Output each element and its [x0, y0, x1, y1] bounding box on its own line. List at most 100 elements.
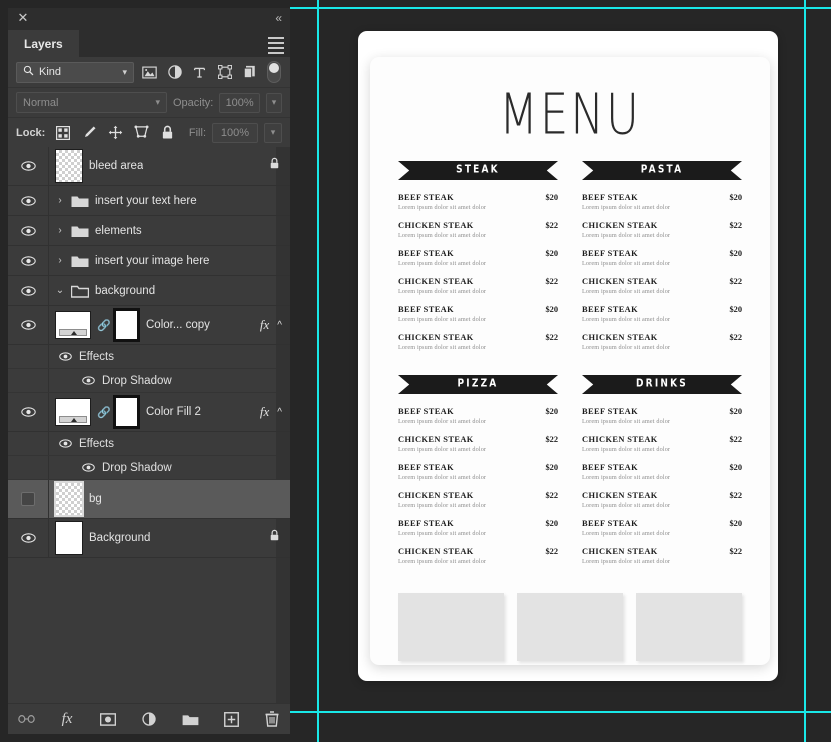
menu-item-price: $20: [545, 407, 558, 416]
layer-name[interactable]: background: [95, 285, 155, 297]
effects-label[interactable]: Effects: [79, 438, 114, 450]
collapse-panel-icon[interactable]: «: [275, 11, 282, 25]
tab-layers[interactable]: Layers: [8, 30, 79, 57]
filter-kind-select[interactable]: Kind ▾: [16, 61, 134, 83]
layer-effect-drop-shadow-row[interactable]: Drop Shadow: [8, 456, 290, 480]
layer-visibility-toggle[interactable]: [8, 480, 49, 518]
layer-name[interactable]: bleed area: [89, 160, 143, 172]
opacity-label: Opacity:: [172, 96, 214, 109]
panel-menu-icon[interactable]: [268, 37, 284, 54]
opacity-stepper[interactable]: ▾: [265, 92, 282, 113]
layer-mask-thumbnail[interactable]: [113, 395, 140, 429]
eye-icon[interactable]: [82, 463, 95, 472]
add-layer-mask-icon[interactable]: [99, 710, 117, 728]
guide-horizontal-top[interactable]: [290, 7, 831, 9]
layer-name[interactable]: bg: [89, 493, 102, 505]
menu-item: CHICKEN STEAK $22 Lorem ipsum dolor sit am…: [582, 333, 742, 351]
layer-row-bleed-area[interactable]: bleed area: [8, 147, 290, 186]
effects-label[interactable]: Effects: [79, 351, 114, 363]
eye-icon[interactable]: [82, 376, 95, 385]
filter-enable-toggle[interactable]: [267, 61, 281, 83]
guide-vertical-right[interactable]: [804, 0, 806, 742]
layer-visibility-toggle[interactable]: [8, 186, 49, 215]
layer-name[interactable]: insert your text here: [95, 195, 197, 207]
menu-item-desc: Lorem ipsum dolor sit amet dolor: [582, 344, 671, 351]
chevron-right-icon[interactable]: ›: [55, 225, 65, 236]
layer-visibility-toggle[interactable]: [8, 246, 49, 275]
add-layer-style-icon[interactable]: fx: [58, 710, 76, 728]
layer-mask-thumbnail[interactable]: [113, 308, 140, 342]
layer-effects-row[interactable]: Effects: [8, 432, 290, 456]
layer-visibility-toggle[interactable]: [8, 393, 49, 431]
drop-shadow-label[interactable]: Drop Shadow: [102, 375, 172, 387]
layer-row-insert-your-image-here[interactable]: › insert your image here: [8, 246, 290, 276]
layer-name[interactable]: insert your image here: [95, 255, 209, 267]
layer-row-color-copy[interactable]: 🔗 Color... copy fx ^: [8, 306, 290, 345]
lock-artboard-nesting-icon[interactable]: [131, 123, 151, 143]
layer-effect-drop-shadow-row[interactable]: Drop Shadow: [8, 369, 290, 393]
layer-visibility-toggle[interactable]: [8, 276, 49, 305]
layer-thumbnail[interactable]: [55, 521, 83, 555]
layer-thumbnail[interactable]: [55, 398, 91, 426]
menu-item-name: CHICKEN STEAK: [398, 435, 474, 444]
blend-mode-select[interactable]: Normal ▾: [16, 92, 167, 113]
menu-item-name: BEEF STEAK: [582, 193, 639, 202]
layer-thumbnail[interactable]: [54, 481, 84, 517]
shape-layer-filter-icon[interactable]: [215, 63, 234, 82]
guide-horizontal-bottom[interactable]: [290, 711, 831, 713]
layer-list[interactable]: bleed area › insert your text here › ele…: [8, 147, 290, 703]
layer-visibility-toggle[interactable]: [8, 147, 49, 185]
eye-icon[interactable]: [59, 439, 72, 448]
menu-item-desc: Lorem ipsum dolor sit amet dolor: [398, 344, 487, 351]
type-layer-filter-icon[interactable]: [190, 63, 209, 82]
menu-item-name: BEEF STEAK: [582, 249, 639, 258]
close-icon[interactable]: ✕: [17, 11, 29, 24]
new-group-icon[interactable]: [181, 710, 199, 728]
eye-icon[interactable]: [59, 352, 72, 361]
layer-row-insert-your-text-here[interactable]: › insert your text here: [8, 186, 290, 216]
chevron-up-icon[interactable]: ^: [277, 320, 282, 331]
layer-visibility-toggle[interactable]: [8, 216, 49, 245]
menu-item: BEEF STEAK $20 Lorem ipsum dolor sit amet …: [398, 249, 558, 267]
document-canvas[interactable]: MENU STEAK BEEF STEAK $20 Lorem ipsum dolo…: [290, 0, 831, 742]
layer-effects-row[interactable]: Effects: [8, 345, 290, 369]
layer-name[interactable]: elements: [95, 225, 142, 237]
chevron-right-icon[interactable]: ›: [55, 255, 65, 266]
layer-name[interactable]: Color... copy: [146, 319, 210, 331]
pixel-layer-filter-icon[interactable]: [140, 63, 159, 82]
lock-position-icon[interactable]: [105, 123, 125, 143]
link-layers-icon[interactable]: [17, 710, 35, 728]
menu-item-name: BEEF STEAK: [398, 193, 455, 202]
fill-input[interactable]: 100%: [212, 122, 258, 143]
drop-shadow-label[interactable]: Drop Shadow: [102, 462, 172, 474]
fill-stepper[interactable]: ▾: [264, 122, 282, 143]
smart-object-filter-icon[interactable]: [240, 63, 259, 82]
lock-all-icon[interactable]: [157, 123, 177, 143]
layer-row-background[interactable]: Background: [8, 519, 290, 558]
link-mask-icon[interactable]: 🔗: [97, 319, 111, 332]
delete-layer-icon[interactable]: [263, 710, 281, 728]
chevron-right-icon[interactable]: ›: [55, 195, 65, 206]
layer-thumbnail[interactable]: [55, 311, 91, 339]
adjustment-layer-filter-icon[interactable]: [165, 63, 184, 82]
layer-name[interactable]: Background: [89, 532, 150, 544]
layer-name[interactable]: Color Fill 2: [146, 406, 201, 418]
layer-row-elements[interactable]: › elements: [8, 216, 290, 246]
link-mask-icon[interactable]: 🔗: [97, 406, 111, 419]
new-adjustment-layer-icon[interactable]: [140, 710, 158, 728]
lock-transparent-pixels-icon[interactable]: [53, 123, 73, 143]
layer-row-bg[interactable]: bg: [8, 480, 290, 519]
folder-icon: [71, 224, 89, 238]
layer-row-background-group[interactable]: ⌄ background: [8, 276, 290, 306]
layer-row-color-fill-2[interactable]: 🔗 Color Fill 2 fx ^: [8, 393, 290, 432]
new-layer-icon[interactable]: [222, 710, 240, 728]
layer-visibility-toggle[interactable]: [8, 306, 49, 344]
layer-visibility-toggle[interactable]: [8, 519, 49, 557]
guide-vertical-left[interactable]: [317, 0, 319, 742]
layer-thumbnail[interactable]: [55, 149, 83, 183]
layers-panel-toolbar: fx: [8, 703, 290, 734]
lock-image-pixels-icon[interactable]: [79, 123, 99, 143]
chevron-up-icon[interactable]: ^: [277, 407, 282, 418]
chevron-down-icon[interactable]: ⌄: [55, 285, 65, 296]
opacity-input[interactable]: 100%: [219, 92, 260, 113]
